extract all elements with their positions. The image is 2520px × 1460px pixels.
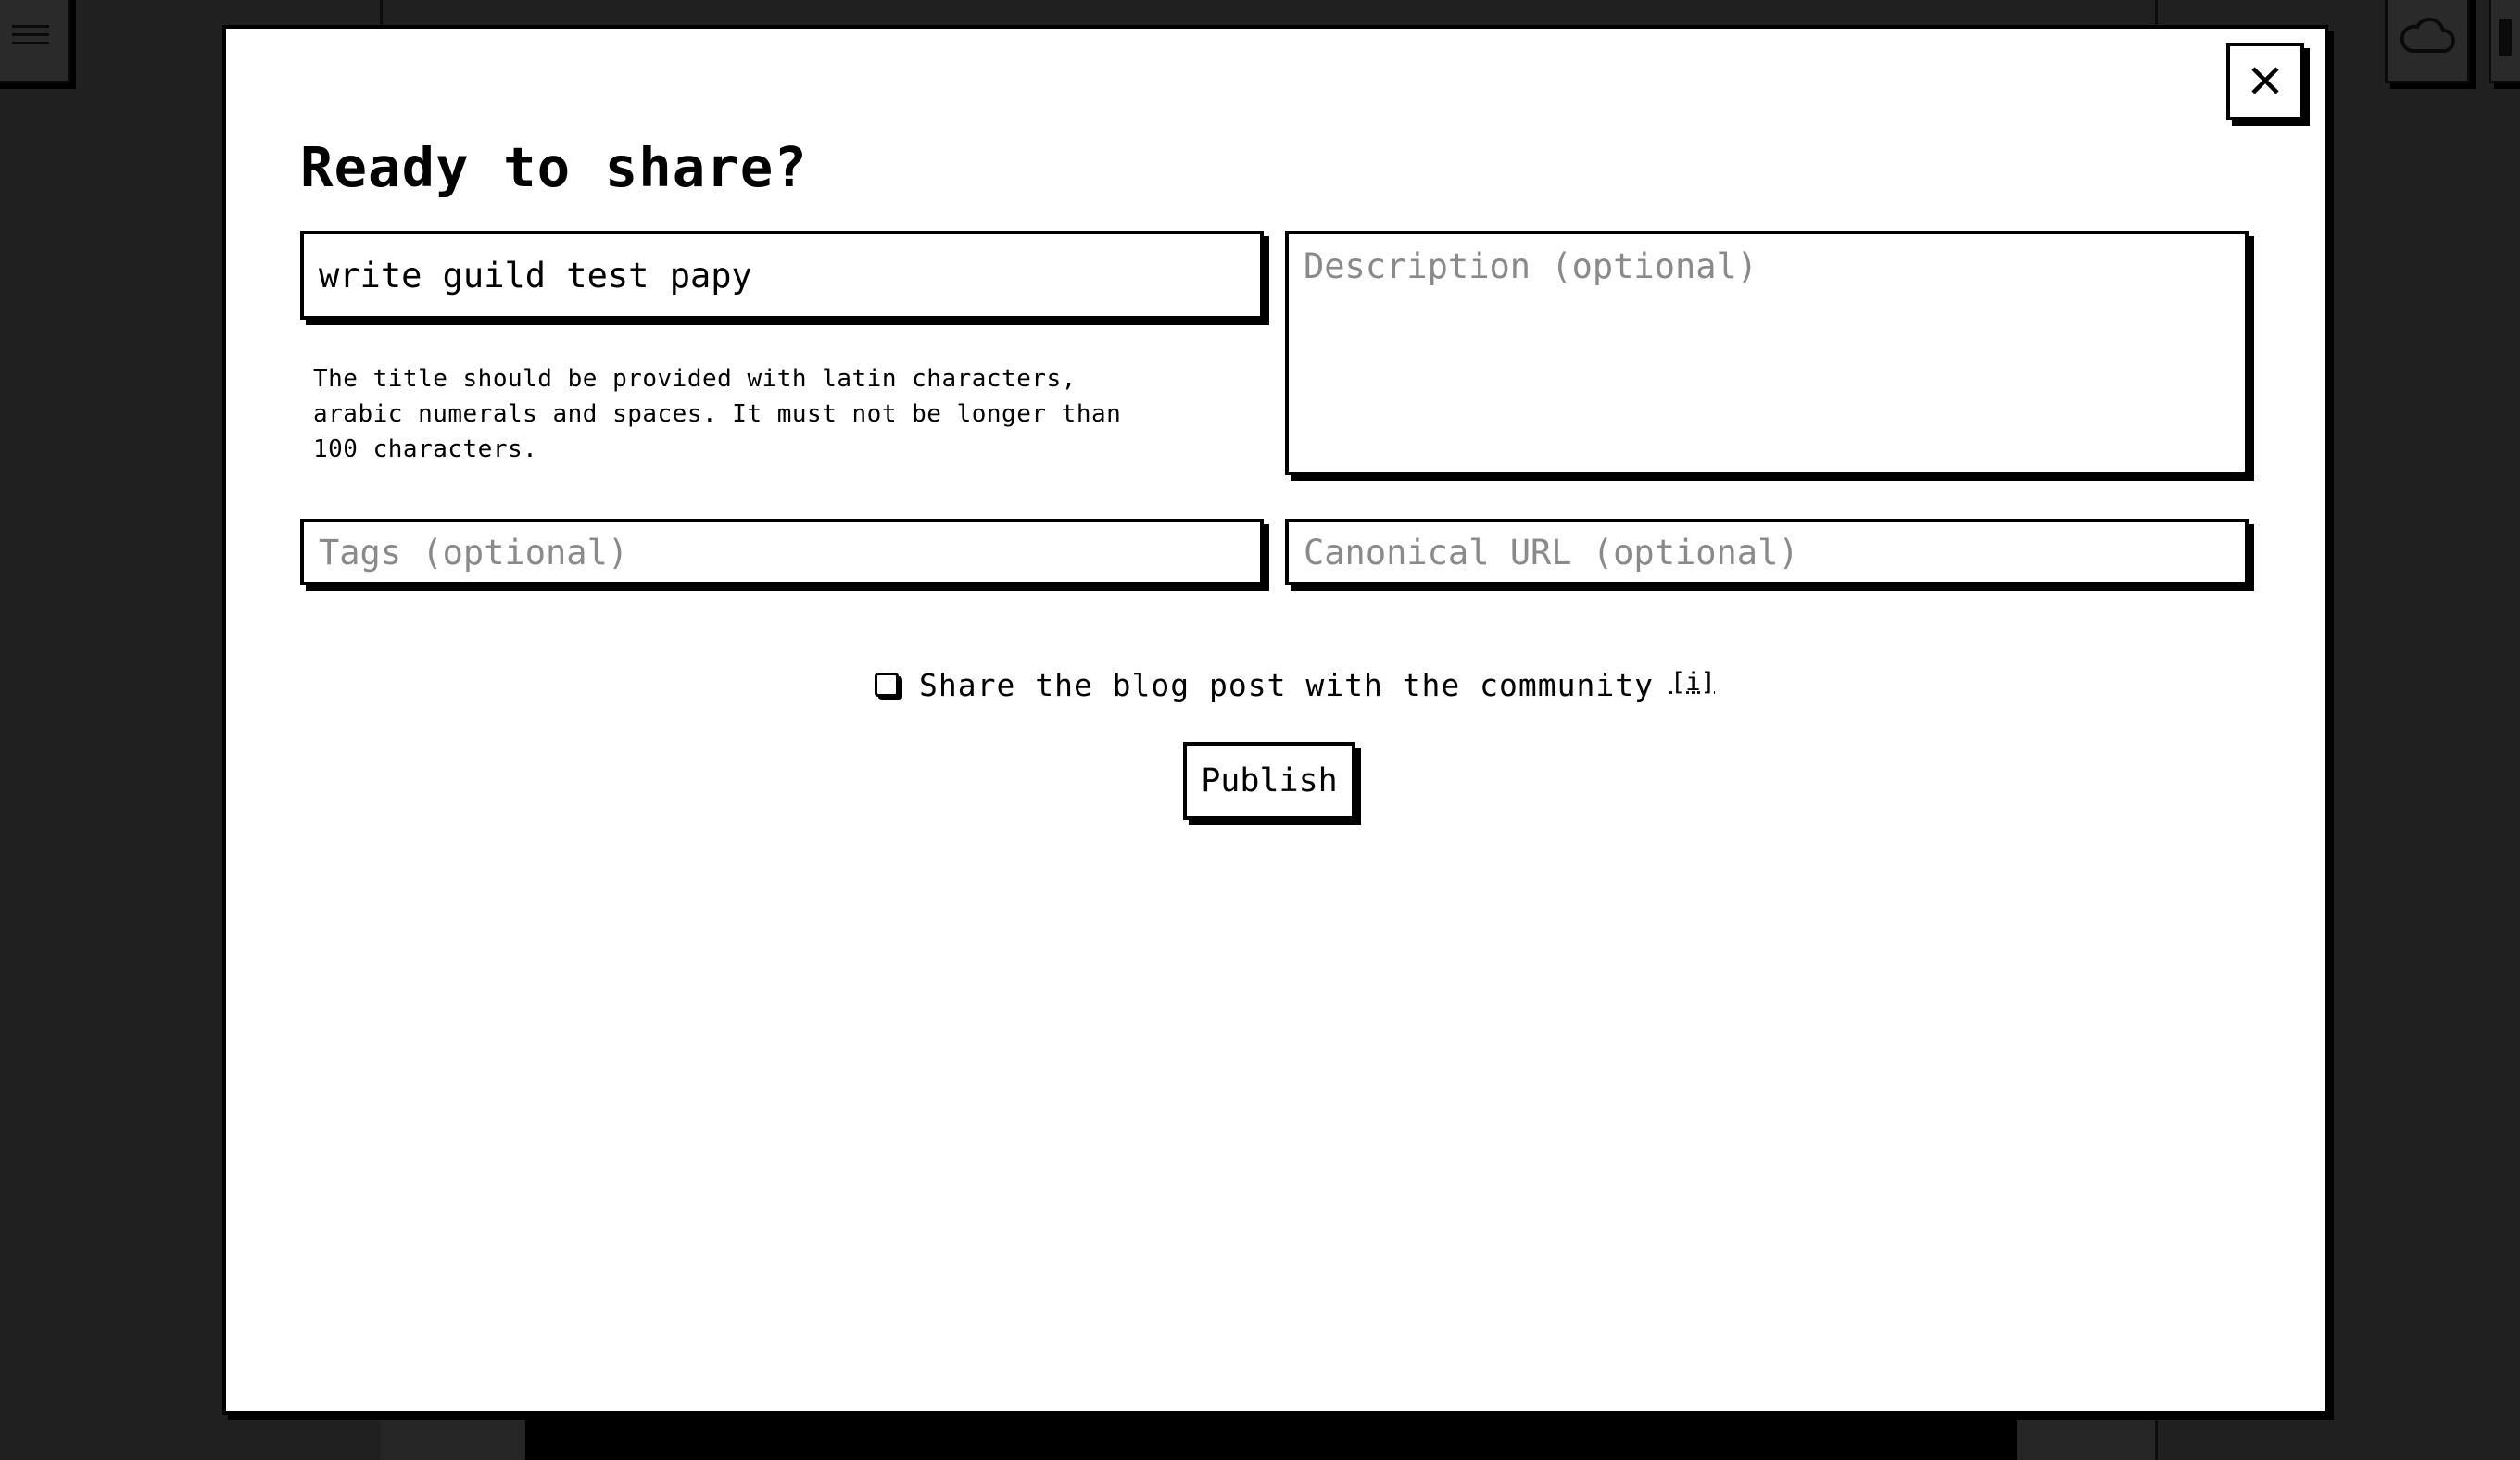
share-community-checkbox[interactable]: [875, 673, 899, 697]
hamburger-menu-icon: [12, 21, 49, 53]
title-hint: The title should be provided with latin …: [313, 365, 1122, 463]
publish-button[interactable]: Publish: [1183, 742, 1355, 820]
title-input[interactable]: [300, 231, 1264, 320]
menu-button[interactable]: [0, 0, 70, 83]
close-icon: [2249, 65, 2281, 99]
share-community-row: Share the blog post with the community […: [875, 657, 1716, 712]
toolbar-button[interactable]: [2488, 0, 2520, 83]
tags-input[interactable]: [300, 519, 1264, 585]
background-panel: [2017, 1419, 2155, 1460]
description-input[interactable]: [1285, 231, 2249, 475]
share-community-label[interactable]: Share the blog post with the community: [919, 667, 1654, 703]
square-icon: [2499, 19, 2512, 56]
cloud-icon: [2399, 14, 2456, 60]
dialog-title: Ready to share?: [300, 135, 808, 199]
canonical-url-input[interactable]: [1285, 519, 2249, 585]
share-dialog: Ready to share? The title should be prov…: [222, 25, 2328, 1415]
cloud-sync-button[interactable]: [2385, 0, 2470, 83]
background-editor-area: [525, 1419, 2017, 1460]
close-button[interactable]: [2226, 43, 2304, 120]
background-panel: [380, 1419, 525, 1460]
share-community-info-link[interactable]: [i]: [1670, 668, 1716, 697]
